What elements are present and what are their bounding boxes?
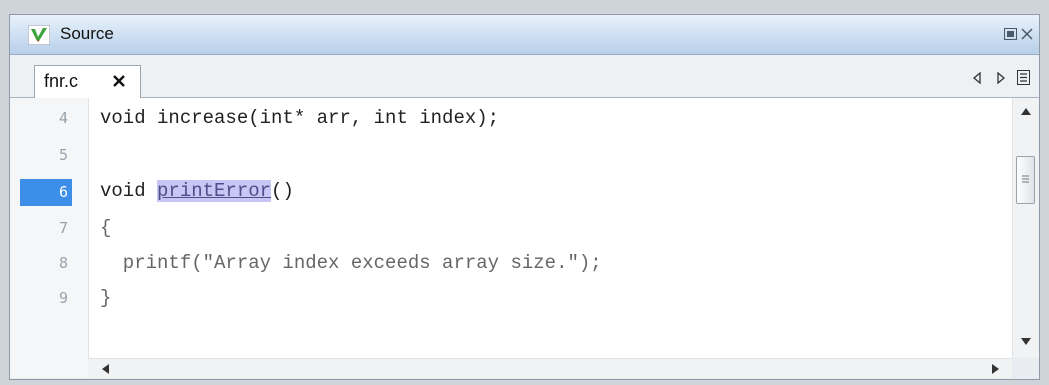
scroll-right-icon[interactable]	[992, 364, 999, 374]
line-number: 8	[58, 254, 68, 272]
scroll-thumb[interactable]	[1016, 156, 1035, 204]
tab-label: fnr.c	[44, 71, 79, 91]
scroll-up-icon[interactable]	[1021, 108, 1031, 115]
scroll-down-icon[interactable]	[1021, 338, 1031, 345]
code-line: void increase(int* arr, int index);	[100, 107, 500, 129]
code-text: ()	[271, 180, 294, 202]
close-icon[interactable]	[1020, 27, 1034, 41]
horizontal-scrollbar[interactable]	[88, 358, 1012, 378]
source-panel: Source fnr.c 4 5 6 7 8 9 void increase(i…	[9, 14, 1040, 380]
undock-icon[interactable]	[1004, 28, 1017, 40]
tab-bar: fnr.c	[10, 55, 1039, 98]
scroll-left-icon[interactable]	[102, 364, 109, 374]
current-line-number: 6	[20, 179, 72, 206]
line-number: 4	[58, 109, 68, 127]
app-logo-icon	[28, 25, 50, 45]
previous-icon[interactable]	[972, 72, 982, 84]
menu-icon[interactable]	[1017, 70, 1030, 85]
code-line: printf("Array index exceeds array size."…	[100, 252, 602, 274]
highlighted-function-name[interactable]: printError	[157, 180, 272, 202]
line-number: 9	[58, 289, 68, 307]
vertical-scrollbar[interactable]	[1012, 98, 1039, 358]
panel-title: Source	[60, 24, 114, 43]
panel-titlebar: Source	[10, 15, 1039, 55]
gutter-corner	[10, 358, 88, 378]
line-number: 7	[58, 219, 68, 237]
code-line: void printError()	[100, 180, 294, 202]
line-number-gutter: 4 5 6 7 8 9	[10, 98, 89, 358]
code-line: }	[100, 287, 112, 309]
tab-fnr-c[interactable]: fnr.c	[34, 65, 141, 98]
line-number: 5	[58, 146, 68, 164]
tab-close-icon[interactable]	[111, 73, 127, 89]
code-text: void	[100, 180, 158, 202]
code-line: {	[100, 217, 112, 239]
next-icon[interactable]	[996, 72, 1006, 84]
code-editor[interactable]: 4 5 6 7 8 9 void increase(int* arr, int …	[10, 98, 1039, 358]
